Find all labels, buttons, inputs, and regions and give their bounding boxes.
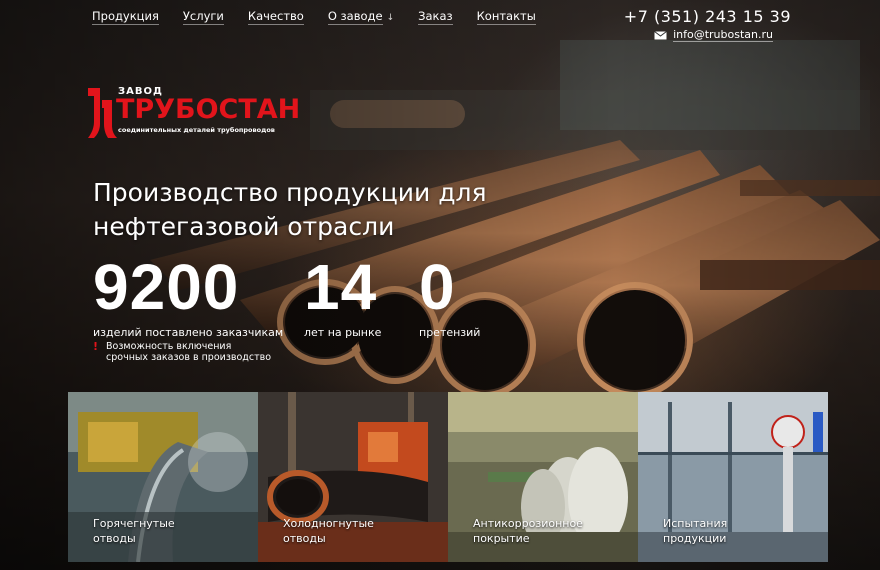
tile-caption: Испытания продукции	[663, 517, 728, 545]
tile-testing[interactable]: Испытания продукции	[638, 392, 828, 562]
main-nav: Продукция Услуги Качество О заводе ↓ Зака…	[92, 9, 536, 25]
stat-label: лет на рынке	[304, 326, 382, 339]
tile-caption: Антикоррозионное покрытие	[473, 517, 583, 545]
stat-claims: 0 претензий	[419, 252, 480, 339]
tile-caption: Холодногнутые отводы	[283, 517, 374, 545]
nav-item-about-wrap[interactable]: О заводе ↓	[327, 9, 395, 25]
nav-item-products[interactable]: Продукция	[92, 9, 159, 25]
stat-value: 0	[419, 251, 456, 323]
company-logo[interactable]: ЗАВОД ТРУБОСТАН соединительных деталей т…	[86, 86, 316, 142]
tile-hot-bends[interactable]: Горячегнутые отводы	[68, 392, 258, 562]
nav-item-about[interactable]: О заводе	[327, 9, 383, 25]
stat-label: изделий поставлено заказчикам	[93, 326, 284, 339]
chevron-down-icon: ↓	[386, 13, 395, 23]
hero-headline: Производство продукции для нефтегазовой …	[93, 178, 487, 241]
email-block: info@trubostan.ru	[654, 28, 773, 42]
tile-anticorrosion[interactable]: Антикоррозионное покрытие	[448, 392, 638, 562]
nav-item-quality[interactable]: Качество	[247, 9, 304, 25]
tile-caption: Горячегнутые отводы	[93, 517, 175, 545]
stat-delivered: 9200 изделий поставлено заказчикам	[93, 252, 283, 339]
nav-item-order[interactable]: Заказ	[418, 9, 453, 25]
stat-value: 14	[304, 251, 378, 323]
logo-subtitle: соединительных деталей трубопроводов	[118, 126, 275, 134]
phone-number[interactable]: +7 (351) 243 15 39	[624, 7, 791, 26]
mail-icon	[654, 30, 667, 39]
stat-value: 9200	[93, 251, 240, 323]
logo-mark-icon	[88, 88, 117, 138]
nav-item-services[interactable]: Услуги	[182, 9, 224, 25]
logo-name: ТРУБОСТАН	[116, 94, 301, 125]
warning-icon: !	[93, 340, 99, 353]
stat-label: претензий	[419, 326, 481, 339]
tile-cold-bends[interactable]: Холодногнутые отводы	[258, 392, 448, 562]
note-text: Возможность включения срочных заказов в …	[106, 341, 272, 363]
email-link[interactable]: info@trubostan.ru	[673, 28, 773, 42]
nav-item-contacts[interactable]: Контакты	[476, 9, 536, 25]
product-tiles: Горячегнутые отводы Холодногнутые отводы	[68, 392, 828, 562]
stat-years: 14 лет на рынке	[304, 252, 381, 339]
urgent-orders-note: ! Возможность включения срочных заказов …	[93, 341, 276, 363]
